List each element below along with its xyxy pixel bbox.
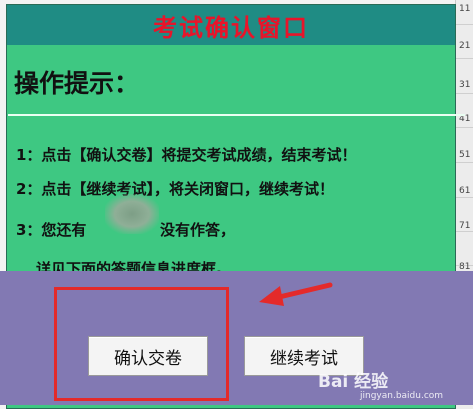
watermark-url: jingyan.baidu.com [360,391,444,401]
baidu-watermark: Bai 经验 [318,372,389,392]
annotation-arrow-icon [259,282,333,306]
